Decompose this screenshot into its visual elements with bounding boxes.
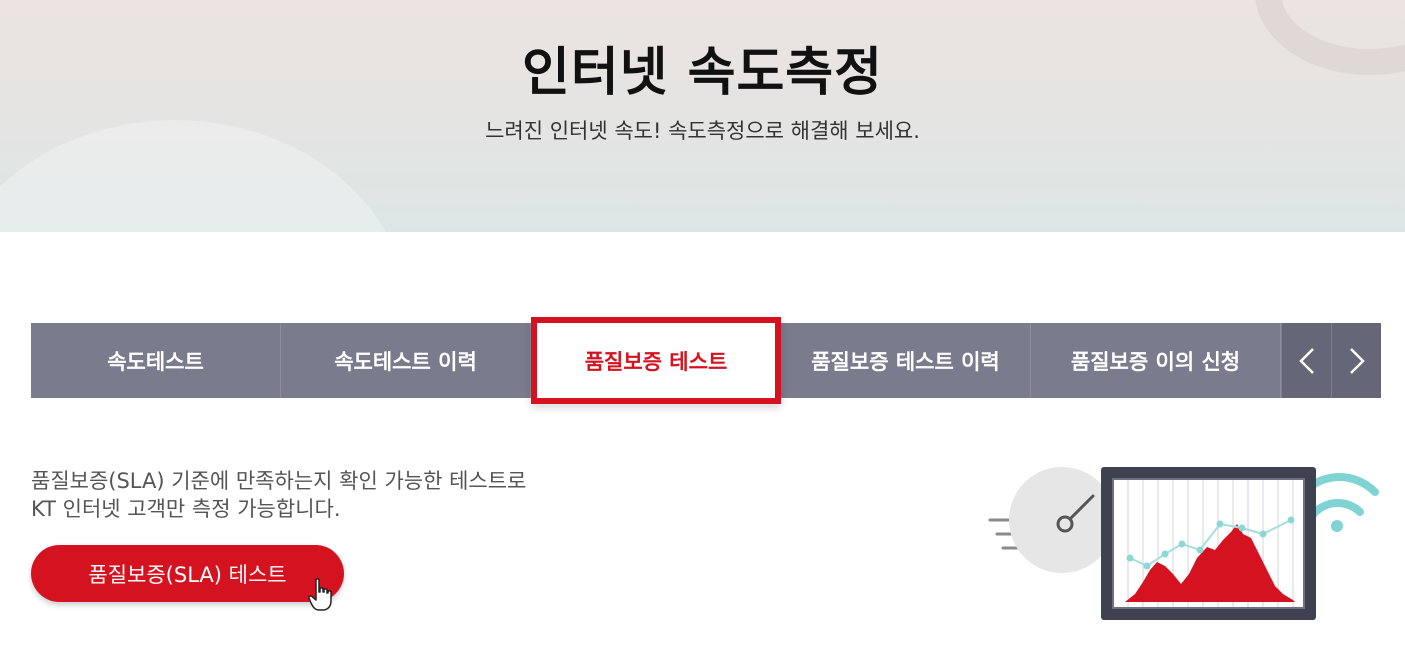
hand-pointer-icon [308, 578, 332, 611]
sla-description-line-1: 품질보증(SLA) 기준에 만족하는지 확인 가능한 테스트로 [31, 469, 527, 493]
tab-speed-test-history[interactable]: 속도테스트 이력 [281, 323, 531, 398]
page-subtitle: 느려진 인터넷 속도! 속도측정으로 해결해 보세요. [485, 119, 920, 143]
chevron-left-icon [1298, 347, 1314, 374]
sla-description-line-2: KT 인터넷 고객만 측정 가능합니다. [31, 497, 341, 521]
page-title: 인터넷 속도측정 [522, 43, 883, 103]
tab-sla-test-history[interactable]: 품질보증 테스트 이력 [781, 323, 1031, 398]
sla-description: 품질보증(SLA) 기준에 만족하는지 확인 가능한 테스트로 KT 인터넷 고… [31, 467, 631, 523]
hero-banner: 인터넷 속도측정 느려진 인터넷 속도! 속도측정으로 해결해 보세요. [0, 0, 1405, 232]
tab-bar: 속도테스트 속도테스트 이력 품질보증 테스트 품질보증 테스트 이력 품질보증… [31, 317, 1381, 404]
speed-monitor-illustration [988, 467, 1379, 620]
chevron-right-icon [1349, 347, 1365, 374]
sla-test-button[interactable]: 품질보증(SLA) 테스트 [31, 545, 344, 602]
tab-sla-objection[interactable]: 품질보증 이의 신청 [1031, 323, 1281, 398]
tab-speed-test[interactable]: 속도테스트 [31, 323, 281, 398]
gauge-background [1009, 467, 1115, 573]
tab-next-button[interactable] [1331, 323, 1381, 398]
tab-sla-test[interactable]: 품질보증 테스트 [531, 317, 781, 404]
tab-prev-button[interactable] [1281, 323, 1331, 398]
